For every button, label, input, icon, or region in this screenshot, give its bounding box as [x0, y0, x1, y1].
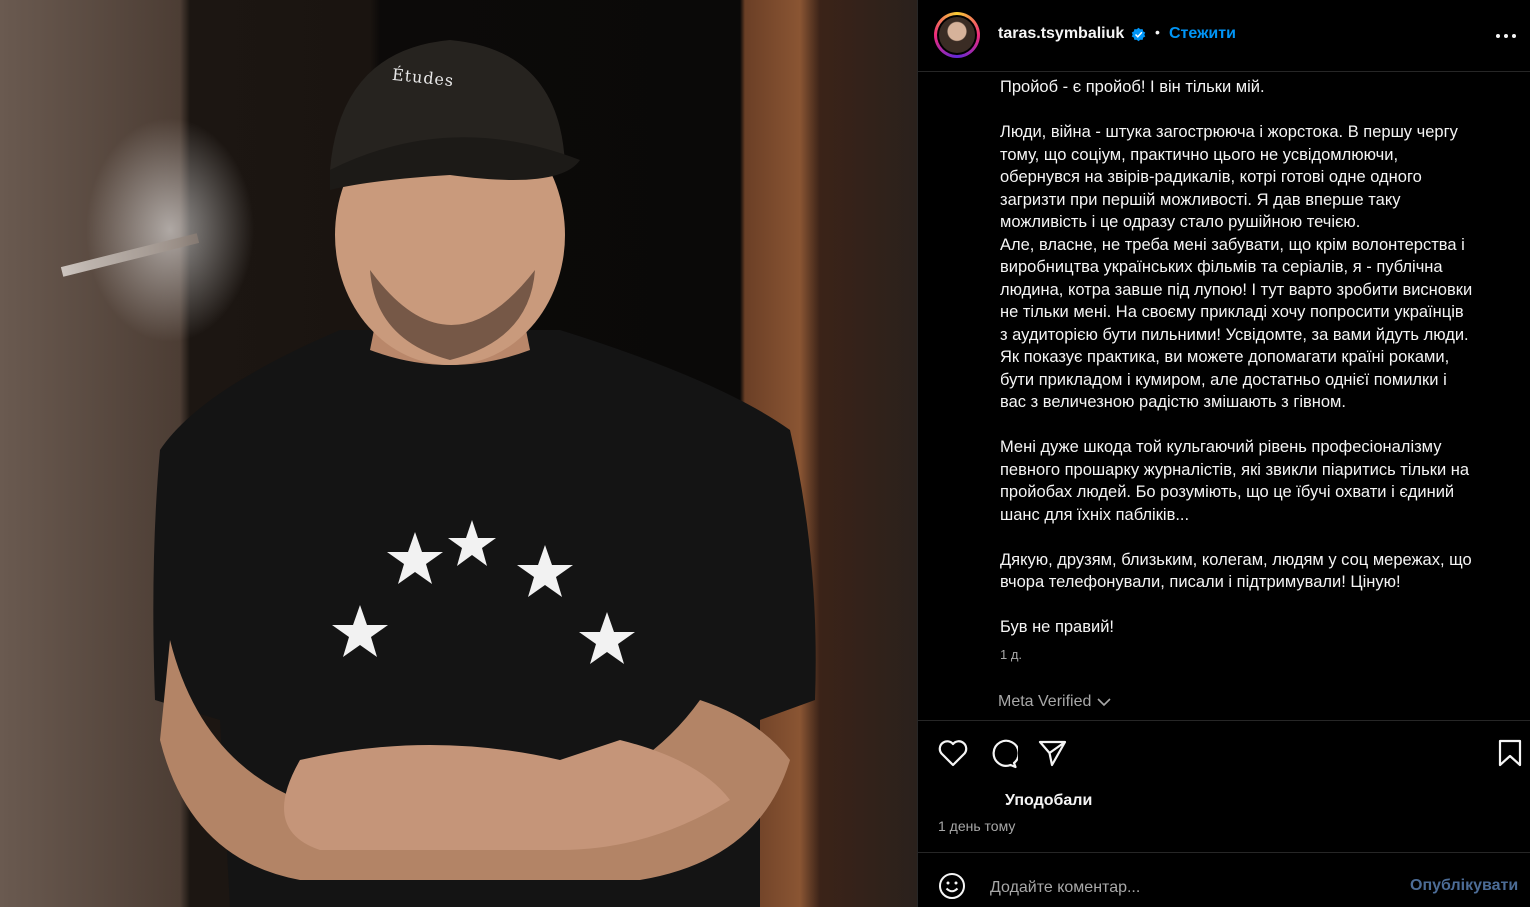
emoji-icon[interactable]: [938, 872, 966, 900]
post-sidebar: taras.tsymbaliuk • Стежити Пройоб - є пр…: [918, 0, 1530, 907]
share-icon[interactable]: [1038, 739, 1068, 767]
verified-badge-icon: [1131, 27, 1146, 42]
follow-button[interactable]: Стежити: [1169, 25, 1236, 43]
post-photo[interactable]: Études: [0, 0, 917, 907]
divider: [918, 720, 1530, 721]
comment-icon[interactable]: [988, 739, 1018, 769]
caption-age: 1 д.: [1000, 647, 1023, 662]
heart-icon[interactable]: [938, 739, 968, 767]
post-timestamp[interactable]: 1 день тому: [938, 818, 1015, 834]
post-header: taras.tsymbaliuk • Стежити: [918, 0, 1530, 72]
action-bar: [918, 722, 1530, 782]
chevron-down-icon: [1097, 698, 1111, 707]
bookmark-icon[interactable]: [1498, 739, 1522, 767]
separator: •: [1155, 24, 1160, 40]
more-options-icon[interactable]: [1494, 26, 1518, 46]
comment-bar: Опублікувати: [918, 852, 1530, 907]
comment-input[interactable]: [988, 875, 1392, 901]
meta-verified-label: Meta Verified: [998, 693, 1092, 710]
likes-label[interactable]: Уподобали: [1005, 792, 1092, 810]
post-caption: Пройоб - є пройоб! І він тільки мій. Люд…: [1000, 78, 1473, 636]
avatar[interactable]: [934, 12, 980, 58]
photo-person: [153, 40, 816, 907]
meta-verified-link[interactable]: Meta Verified: [998, 693, 1111, 711]
post-comment-button[interactable]: Опублікувати: [1410, 877, 1518, 895]
username[interactable]: taras.tsymbaliuk: [998, 25, 1124, 43]
